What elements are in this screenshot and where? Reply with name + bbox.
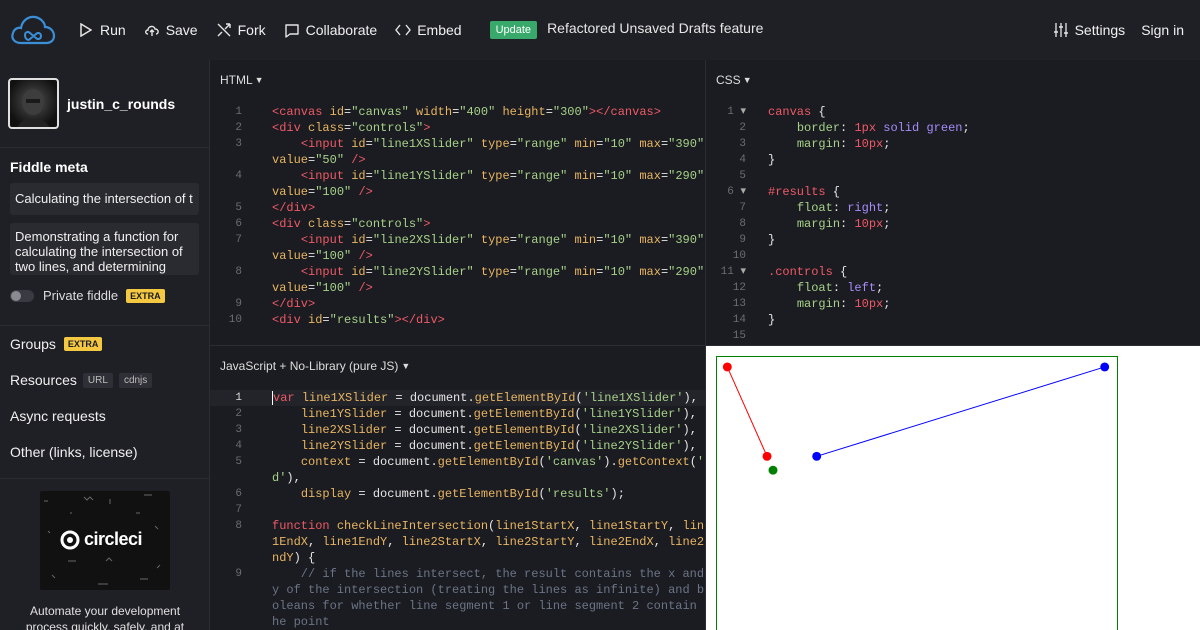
groups-label: Groups bbox=[10, 336, 56, 352]
avatar[interactable] bbox=[8, 78, 59, 129]
sidebar-item-other[interactable]: Other (links, license) bbox=[0, 434, 209, 470]
caret-down-icon: ▼ bbox=[401, 361, 411, 371]
user-card[interactable]: justin_c_rounds bbox=[0, 60, 209, 148]
run-label: Run bbox=[100, 22, 126, 38]
extra-badge: EXTRA bbox=[126, 288, 165, 303]
run-button[interactable]: Run bbox=[78, 22, 126, 38]
html-panel-header[interactable]: HTML ▼ bbox=[210, 60, 705, 100]
fork-label: Fork bbox=[237, 22, 266, 38]
fiddle-meta-title: Fiddle meta bbox=[10, 159, 88, 175]
settings-label: Settings bbox=[1074, 22, 1126, 38]
description-field[interactable]: Demonstrating a function for calculating… bbox=[10, 223, 199, 275]
caret-down-icon: ▼ bbox=[254, 75, 264, 85]
settings-button[interactable]: Settings bbox=[1053, 22, 1126, 38]
play-icon bbox=[78, 22, 94, 38]
private-fiddle-row: Private fiddle EXTRA bbox=[10, 288, 199, 303]
resources-tag-url[interactable]: URL bbox=[82, 372, 113, 388]
fork-button[interactable]: Fork bbox=[216, 22, 266, 38]
collaborate-button[interactable]: Collaborate bbox=[284, 22, 378, 38]
groups-extra-badge: EXTRA bbox=[63, 337, 103, 351]
fork-icon bbox=[216, 22, 232, 38]
top-bar: Run Save Fork Collaborate Embed Update R… bbox=[0, 0, 1200, 60]
private-fiddle-toggle[interactable] bbox=[10, 289, 34, 302]
resources-tag-cdnjs[interactable]: cdnjs bbox=[118, 372, 153, 388]
jsfiddle-logo-icon[interactable] bbox=[10, 13, 56, 47]
html-panel-title: HTML bbox=[220, 73, 253, 87]
chat-bubble-icon bbox=[284, 22, 300, 38]
css-panel-title: CSS bbox=[716, 73, 741, 87]
line1-start-point bbox=[722, 362, 732, 372]
sidebar-item-async[interactable]: Async requests bbox=[0, 398, 209, 434]
save-label: Save bbox=[165, 22, 198, 38]
result-canvas[interactable] bbox=[716, 356, 1118, 630]
collaborate-label: Collaborate bbox=[305, 22, 378, 38]
other-label: Other (links, license) bbox=[10, 444, 138, 460]
sidebar-item-resources[interactable]: Resources URL cdnjs bbox=[0, 362, 209, 398]
sign-in-button[interactable]: Sign in bbox=[1141, 22, 1184, 38]
save-button[interactable]: Save bbox=[144, 22, 198, 38]
js-panel: JavaScript + No-Library (pure JS) ▼ 1 var… bbox=[210, 346, 705, 630]
line2-end-point bbox=[1100, 362, 1110, 372]
resources-label: Resources bbox=[10, 372, 77, 388]
css-panel: CSS ▼ 1 ▾ canvas { 2 border: 1px solid gr… bbox=[706, 60, 1200, 345]
username[interactable]: justin_c_rounds bbox=[67, 96, 175, 112]
result-panel[interactable] bbox=[706, 346, 1200, 630]
sliders-icon bbox=[1053, 22, 1069, 38]
ad-brand: circleci bbox=[84, 529, 143, 549]
sidebar-item-groups[interactable]: Groups EXTRA bbox=[0, 326, 209, 362]
code-brackets-icon bbox=[395, 22, 412, 38]
intersection-point bbox=[768, 465, 778, 475]
sponsor-ad[interactable]: circleci bbox=[40, 491, 170, 590]
async-label: Async requests bbox=[10, 408, 106, 424]
css-panel-header[interactable]: CSS ▼ bbox=[706, 60, 1200, 100]
caret-down-icon: ▼ bbox=[742, 75, 752, 85]
js-panel-header[interactable]: JavaScript + No-Library (pure JS) ▼ bbox=[210, 346, 705, 386]
cloud-upload-icon bbox=[144, 22, 160, 38]
line1-end-point bbox=[762, 451, 772, 461]
js-panel-title: JavaScript + No-Library (pure JS) bbox=[220, 359, 399, 373]
circleci-icon bbox=[60, 530, 80, 549]
avatar-portrait-icon bbox=[18, 89, 49, 127]
private-fiddle-label: Private fiddle bbox=[43, 288, 119, 303]
sign-in-label: Sign in bbox=[1141, 22, 1184, 38]
line2-start-point bbox=[812, 451, 822, 461]
line-2 bbox=[816, 366, 1105, 457]
title-field[interactable]: Calculating the intersection of t bbox=[10, 183, 199, 215]
embed-button[interactable]: Embed bbox=[395, 22, 462, 38]
update-text[interactable]: Refactored Unsaved Drafts feature bbox=[547, 20, 763, 36]
embed-label: Embed bbox=[417, 22, 462, 38]
update-badge[interactable]: Update bbox=[489, 21, 538, 39]
html-panel: HTML ▼ 1 <canvas id="canvas" width="400" … bbox=[210, 60, 705, 345]
ad-text[interactable]: Automate your development process quickl… bbox=[10, 603, 200, 630]
circleci-logo: circleci bbox=[60, 529, 143, 550]
divider bbox=[0, 478, 210, 479]
line-1 bbox=[726, 366, 768, 457]
